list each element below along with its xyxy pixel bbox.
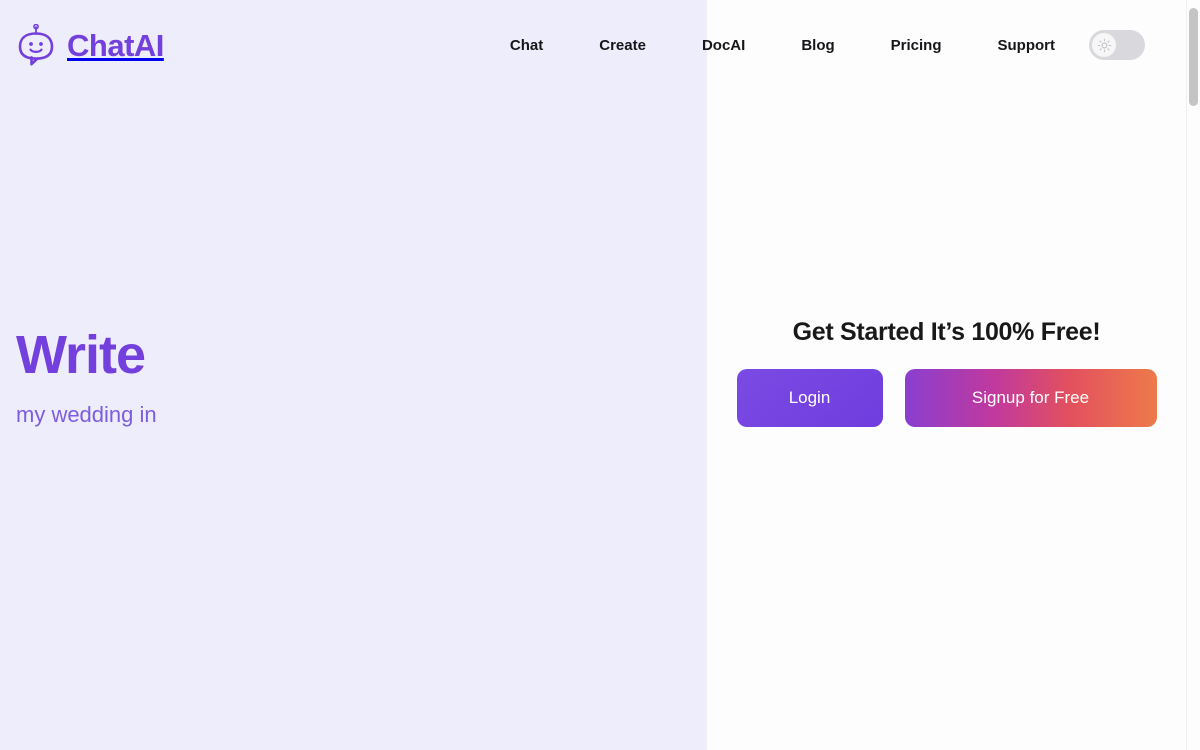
- site-header: ChatAI Chat Create DocAI Blog Pricing Su…: [0, 0, 1186, 90]
- vertical-scrollbar[interactable]: [1186, 0, 1200, 750]
- nav-item-support[interactable]: Support: [998, 31, 1056, 60]
- toggle-knob: [1092, 33, 1116, 57]
- left-panel: Write my wedding in: [0, 0, 707, 750]
- nav-item-chat[interactable]: Chat: [510, 31, 543, 60]
- cta-button-group: Login Signup for Free: [736, 369, 1157, 427]
- theme-mode-toggle[interactable]: [1089, 30, 1145, 60]
- cta-heading: Get Started It’s 100% Free!: [792, 318, 1101, 346]
- cta-section: Get Started It’s 100% Free! Login Signup…: [707, 318, 1186, 427]
- nav-item-create[interactable]: Create: [599, 31, 646, 60]
- brand-name: ChatAI: [67, 27, 164, 63]
- nav-item-pricing[interactable]: Pricing: [891, 31, 942, 60]
- page-title: Write: [16, 325, 146, 385]
- hero-subtitle: my wedding in: [16, 402, 157, 428]
- nav-item-blog[interactable]: Blog: [801, 31, 834, 60]
- hero-section: Write my wedding in: [16, 325, 616, 430]
- sun-icon: [1097, 38, 1111, 52]
- signup-button[interactable]: Signup for Free: [904, 369, 1157, 427]
- scrollbar-thumb[interactable]: [1189, 8, 1198, 106]
- login-button[interactable]: Login: [736, 369, 883, 427]
- page-root: Write my wedding in Get Started It’s 100…: [0, 0, 1200, 750]
- right-panel: Get Started It’s 100% Free! Login Signup…: [707, 0, 1186, 750]
- main-navigation: Chat Create DocAI Blog Pricing Support: [510, 15, 1186, 75]
- nav-item-docai[interactable]: DocAI: [702, 31, 745, 60]
- brand-logo[interactable]: ChatAI: [16, 15, 164, 75]
- chat-robot-icon: [16, 24, 56, 66]
